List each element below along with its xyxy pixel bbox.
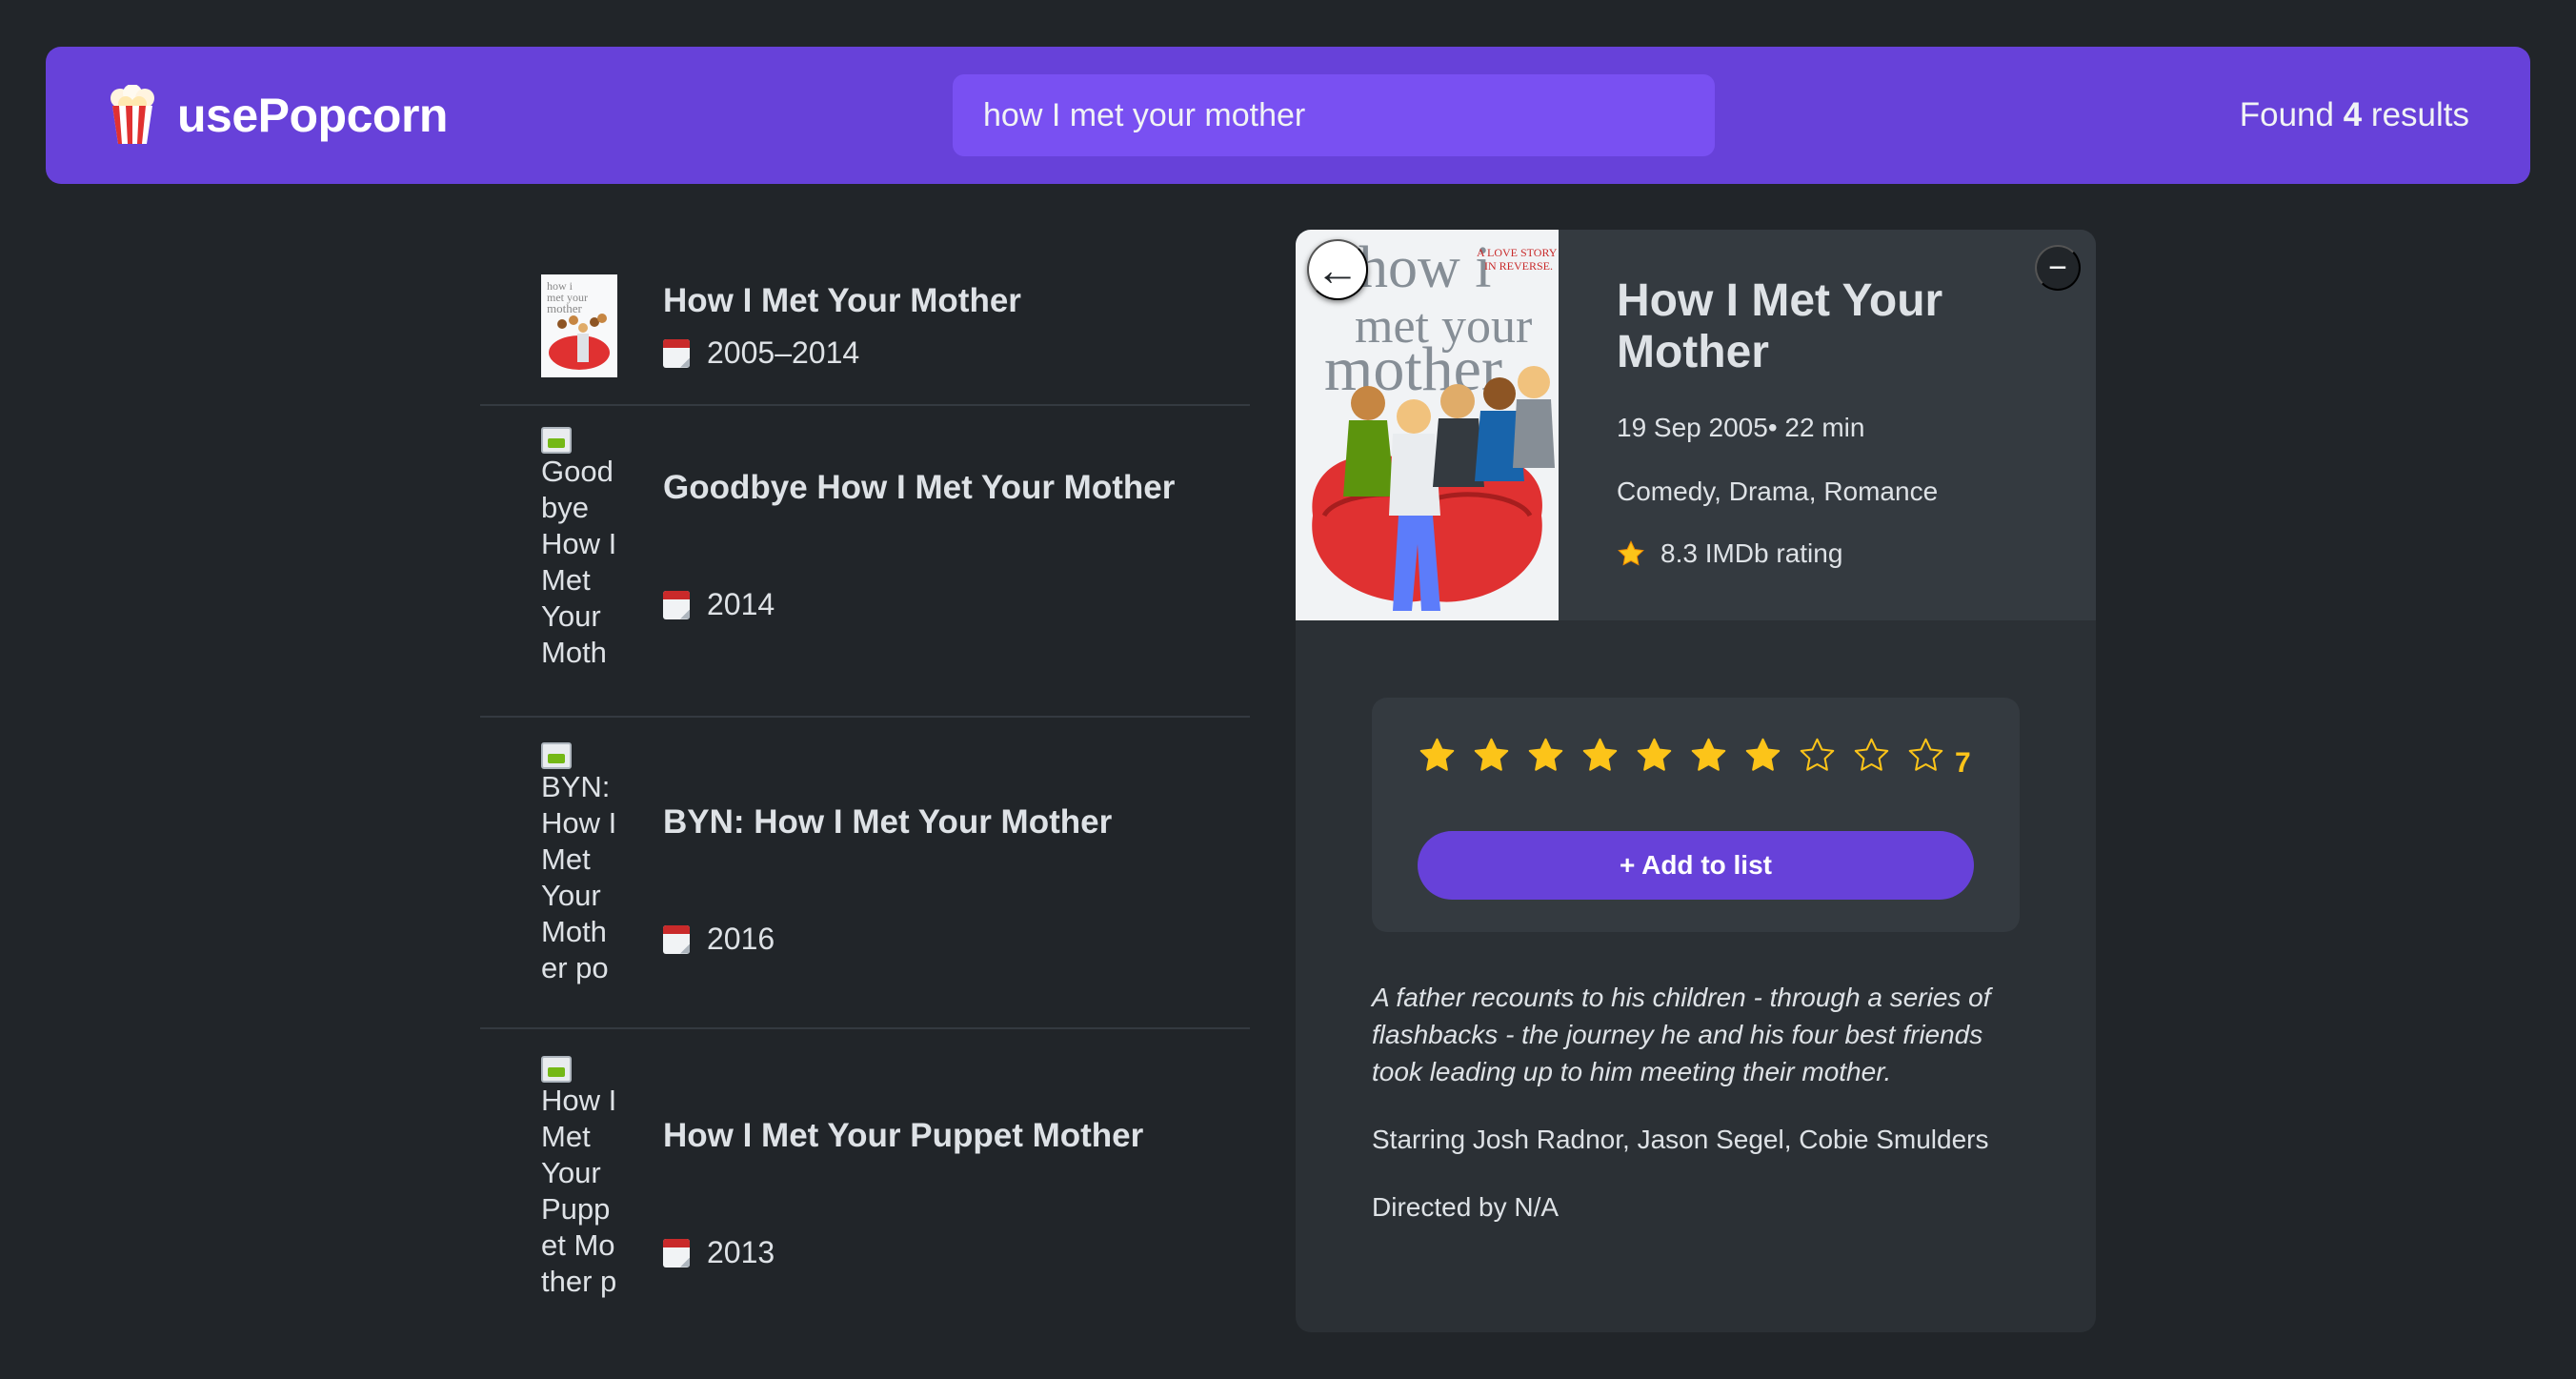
search-input[interactable] [953,74,1715,156]
calendar-icon [663,924,690,954]
director: Directed by N/A [1372,1192,1560,1222]
plot: A father recounts to his children - thro… [1372,983,1991,1086]
movie-title: How I Met Your Puppet Mother [663,1117,1144,1154]
movie-poster-broken: Goodbye How I Met Your Mother poster [541,427,617,677]
release-runtime: 19 Sep 2005• 22 min [1617,413,1865,442]
star-filled-icon[interactable] [1472,736,1511,775]
logo: usePopcorn [107,85,448,146]
broken-image-icon [541,1056,572,1083]
add-to-list-button[interactable]: + Add to list [1418,831,1974,900]
movie-list-item[interactable]: how i met your mother How I Met Your Mot… [480,229,1250,406]
results-count: Found 4 results [2239,96,2469,133]
details-header: how i met your mother A LOVE STORY IN RE… [1296,230,2096,620]
movie-list-item[interactable]: How I Met Your Puppet Mother poster How … [480,1029,1250,1341]
movie-poster-broken: How I Met Your Puppet Mother poster [541,1056,617,1306]
movie-title: Goodbye How I Met Your Mother [663,469,1176,506]
star-filled-icon[interactable] [1418,736,1457,775]
navbar: usePopcorn Found 4 results [46,47,2530,184]
movie-details: how i met your mother A LOVE STORY IN RE… [1296,230,2096,1332]
rating-value: 7 [1955,747,1971,779]
movie-poster: how i met your mother [541,274,617,377]
star-filled-icon[interactable] [1526,736,1565,775]
calendar-icon [663,1238,690,1267]
imdb-rating: 8.3 IMDb rating [1617,538,1842,569]
popcorn-icon [111,85,154,144]
star-filled-icon[interactable] [1635,736,1674,775]
movie-title: How I Met Your Mother [663,282,1021,319]
star-filled-icon[interactable] [1689,736,1728,775]
broken-image-icon [541,742,572,769]
broken-image-icon [541,427,572,454]
svg-text:A LOVE STORY: A LOVE STORY [1477,246,1558,259]
movie-title: BYN: How I Met Your Mother [663,803,1113,841]
svg-text:IN REVERSE.: IN REVERSE. [1484,259,1553,273]
calendar-icon [663,338,690,368]
movie-year: 2014 [663,587,775,622]
star-empty-icon[interactable] [1906,736,1945,775]
svg-text:mother: mother [1324,335,1502,404]
star-filled-icon[interactable] [1743,736,1782,775]
movie-list-item[interactable]: Goodbye How I Met Your Mother poster Goo… [480,406,1250,718]
star-icon [1618,540,1644,566]
star-empty-icon[interactable] [1852,736,1891,775]
logo-text: usePopcorn [177,89,448,142]
movie-year: 2005–2014 [663,335,859,371]
starring: Starring Josh Radnor, Jason Segel, Cobie… [1372,1125,1989,1154]
movie-year: 2016 [663,922,775,957]
back-button[interactable]: ← [1307,239,1368,300]
star-rating [1418,736,1945,775]
svg-text:mother: mother [547,301,582,315]
svg-text:how i: how i [1358,235,1492,300]
details-title: How I Met Your Mother [1617,275,1943,377]
rating-box: 7 + Add to list [1372,698,2020,932]
star-filled-icon[interactable] [1580,736,1620,775]
close-button[interactable]: − [2035,245,2081,291]
calendar-icon [663,590,690,619]
movie-list: how i met your mother How I Met Your Mot… [480,229,1250,1372]
results-number: 4 [2343,96,2363,133]
movie-poster-broken: BYN: How I Met Your Mother poster [541,742,617,992]
movie-year: 2013 [663,1235,775,1270]
star-empty-icon[interactable] [1798,736,1837,775]
genre: Comedy, Drama, Romance [1617,477,1939,506]
movie-list-item[interactable]: BYN: How I Met Your Mother poster BYN: H… [480,718,1250,1029]
